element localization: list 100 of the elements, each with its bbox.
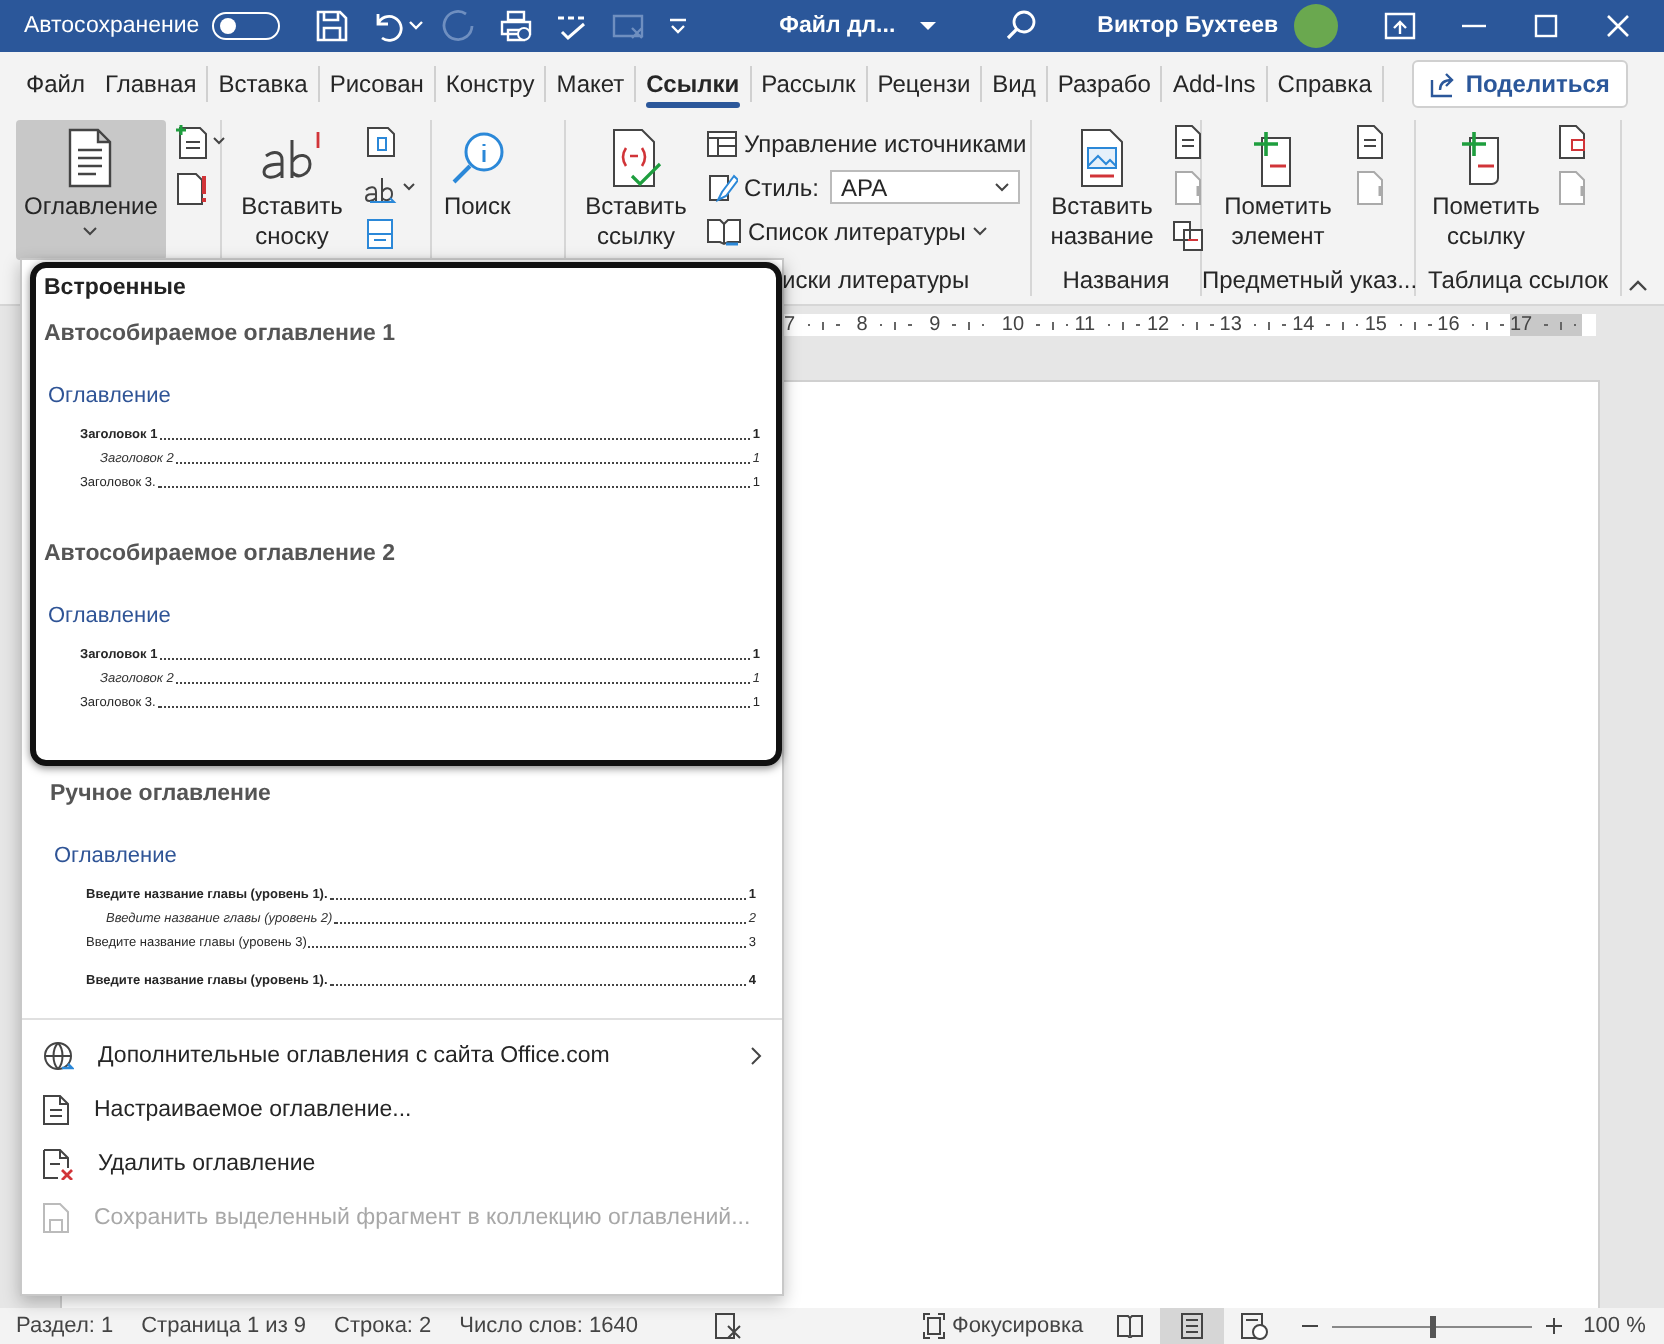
caret-icon[interactable] [919, 20, 936, 32]
ruler-number: 16 [1437, 314, 1460, 336]
user-name[interactable]: Виктор Бухтеев [1097, 14, 1279, 38]
mark-entry-button[interactable]: Пометить элемент [1210, 120, 1346, 260]
endnote-icon[interactable] [362, 124, 398, 160]
globe-icon [42, 1039, 74, 1071]
citation-icon [608, 128, 664, 188]
ribbon-tab[interactable]: Констру [435, 58, 545, 110]
insert-citation-button[interactable]: Вставить ссылку [574, 120, 698, 260]
brush-icon [706, 171, 738, 203]
printer-icon[interactable] [497, 8, 534, 44]
insert-footnote-button[interactable]: Вставить сноску [230, 120, 354, 260]
ribbon-tab[interactable]: Рассылк [751, 58, 866, 110]
ruler-number: 13 [1219, 314, 1242, 336]
save-document-icon [42, 1201, 70, 1233]
caret-icon [971, 226, 988, 236]
group-label: иски литературы [780, 266, 972, 296]
group-label: Таблица ссылок [1425, 266, 1611, 296]
menu-item[interactable]: Дополнительные оглавления с сайта Office.com [22, 1028, 782, 1082]
zoom-percent[interactable]: 100 % [1583, 1314, 1646, 1338]
customize-icon[interactable] [665, 14, 690, 38]
ribbon-tab[interactable]: Вставка [208, 58, 318, 110]
page-icon [1179, 1312, 1204, 1340]
close-icon[interactable] [1604, 12, 1633, 40]
autosave-toggle[interactable] [211, 12, 280, 40]
autosave-label: Автосохранение [24, 14, 200, 38]
caret-icon[interactable] [407, 20, 424, 32]
update-table-icon[interactable] [173, 170, 210, 206]
status-text[interactable]: Число слов: 1640 [459, 1314, 638, 1338]
book-icon [1115, 1314, 1144, 1338]
document-icon[interactable] [1354, 124, 1386, 160]
caret-icon [82, 226, 99, 236]
cross-reference-icon[interactable] [1172, 216, 1204, 252]
style-label: Стиль: [744, 173, 819, 201]
group-label: Названия [1060, 266, 1172, 296]
menu-item[interactable]: Удалить оглавление [22, 1136, 782, 1190]
ruler-number: 12 [1146, 314, 1170, 336]
focus-icon [921, 1312, 946, 1340]
manage-sources-button[interactable]: Управление источниками [706, 126, 1027, 160]
ruler-number: 10 [1001, 314, 1025, 336]
add-text-icon[interactable] [173, 124, 226, 160]
save-icon[interactable] [313, 8, 350, 44]
ribbon-display-icon[interactable] [1384, 12, 1417, 40]
search-icon [447, 128, 508, 188]
book-icon [706, 215, 742, 247]
ruler-number: 15 [1364, 314, 1387, 336]
ruler-number: 14 [1292, 314, 1315, 336]
maximize-icon[interactable] [1532, 12, 1561, 40]
ribbon-tab[interactable]: Рецензи [867, 58, 981, 110]
search-button[interactable]: Поиск [440, 120, 515, 260]
toc-heading: Оглавление [48, 384, 173, 408]
insert-caption-button[interactable]: Вставить название [1040, 120, 1164, 260]
document-lines-icon [64, 128, 117, 188]
ribbon-tab[interactable]: Главная [95, 58, 207, 110]
collapse-ribbon-icon[interactable] [1628, 280, 1648, 292]
user-avatar[interactable] [1294, 4, 1339, 48]
status-text[interactable]: Строка: 2 [334, 1314, 432, 1338]
status-text[interactable]: Страница 1 из 9 [141, 1314, 307, 1338]
zoom-in-icon[interactable] [1543, 1316, 1564, 1336]
document-icon[interactable] [1556, 124, 1588, 160]
ribbon-tab[interactable]: Разрабо [1047, 58, 1161, 110]
delete-document-icon [42, 1147, 74, 1179]
bibliography-button[interactable]: Список литературы [706, 214, 1027, 248]
ruler-number: 9 [929, 314, 941, 336]
zoom-slider-thumb[interactable] [1429, 1315, 1436, 1337]
section-header: Встроенные [44, 276, 188, 300]
option-title: Ручное оглавление [50, 782, 273, 806]
table-icon [706, 129, 738, 157]
ribbon-tab[interactable]: Add-Ins [1162, 58, 1266, 110]
focus-button[interactable]: Фокусировка [921, 1312, 1084, 1340]
table-of-contents-button[interactable]: Оглавление [16, 120, 166, 260]
mark-citation-button[interactable]: Пометить ссылку [1424, 120, 1548, 260]
search-icon[interactable] [1003, 8, 1040, 44]
toc-heading: Оглавление [48, 604, 173, 628]
ribbon-tab[interactable]: Файл [16, 58, 96, 110]
ruler-number: 7 [784, 314, 796, 336]
ruler-number: 11 [1074, 314, 1096, 336]
ruler-number: 17 [1509, 314, 1533, 336]
document-icon [42, 1093, 70, 1125]
ruler-number: 8 [856, 314, 868, 336]
ribbon-tab[interactable]: Справка [1267, 58, 1382, 110]
share-button[interactable]: Поделиться [1411, 60, 1628, 108]
group-label: Предметный указ... [1202, 266, 1414, 296]
option-title: Автособираемое оглавление 1 [44, 322, 398, 346]
document-title[interactable]: Файл дл... [779, 14, 896, 38]
style-dropdown[interactable]: APA [830, 170, 1021, 204]
caret-icon [994, 182, 1011, 192]
share-icon [1429, 71, 1456, 97]
ribbon-tab[interactable]: Вид [982, 58, 1046, 110]
toc-heading: Оглавление [54, 844, 179, 868]
document-icon[interactable] [1172, 124, 1204, 160]
ribbon-tab[interactable]: Ссылки [636, 58, 750, 110]
status-text[interactable]: Раздел: 1 [16, 1314, 114, 1338]
picture-document-icon [1076, 128, 1128, 188]
menu-item[interactable]: Настраиваемое оглавление... [22, 1082, 782, 1136]
view-button[interactable] [1159, 1308, 1224, 1344]
option-title: Автособираемое оглавление 2 [44, 542, 398, 566]
show-notes-icon[interactable] [362, 216, 398, 252]
ribbon-tab[interactable]: Макет [546, 58, 635, 110]
ribbon-tab[interactable]: Рисован [319, 58, 434, 110]
